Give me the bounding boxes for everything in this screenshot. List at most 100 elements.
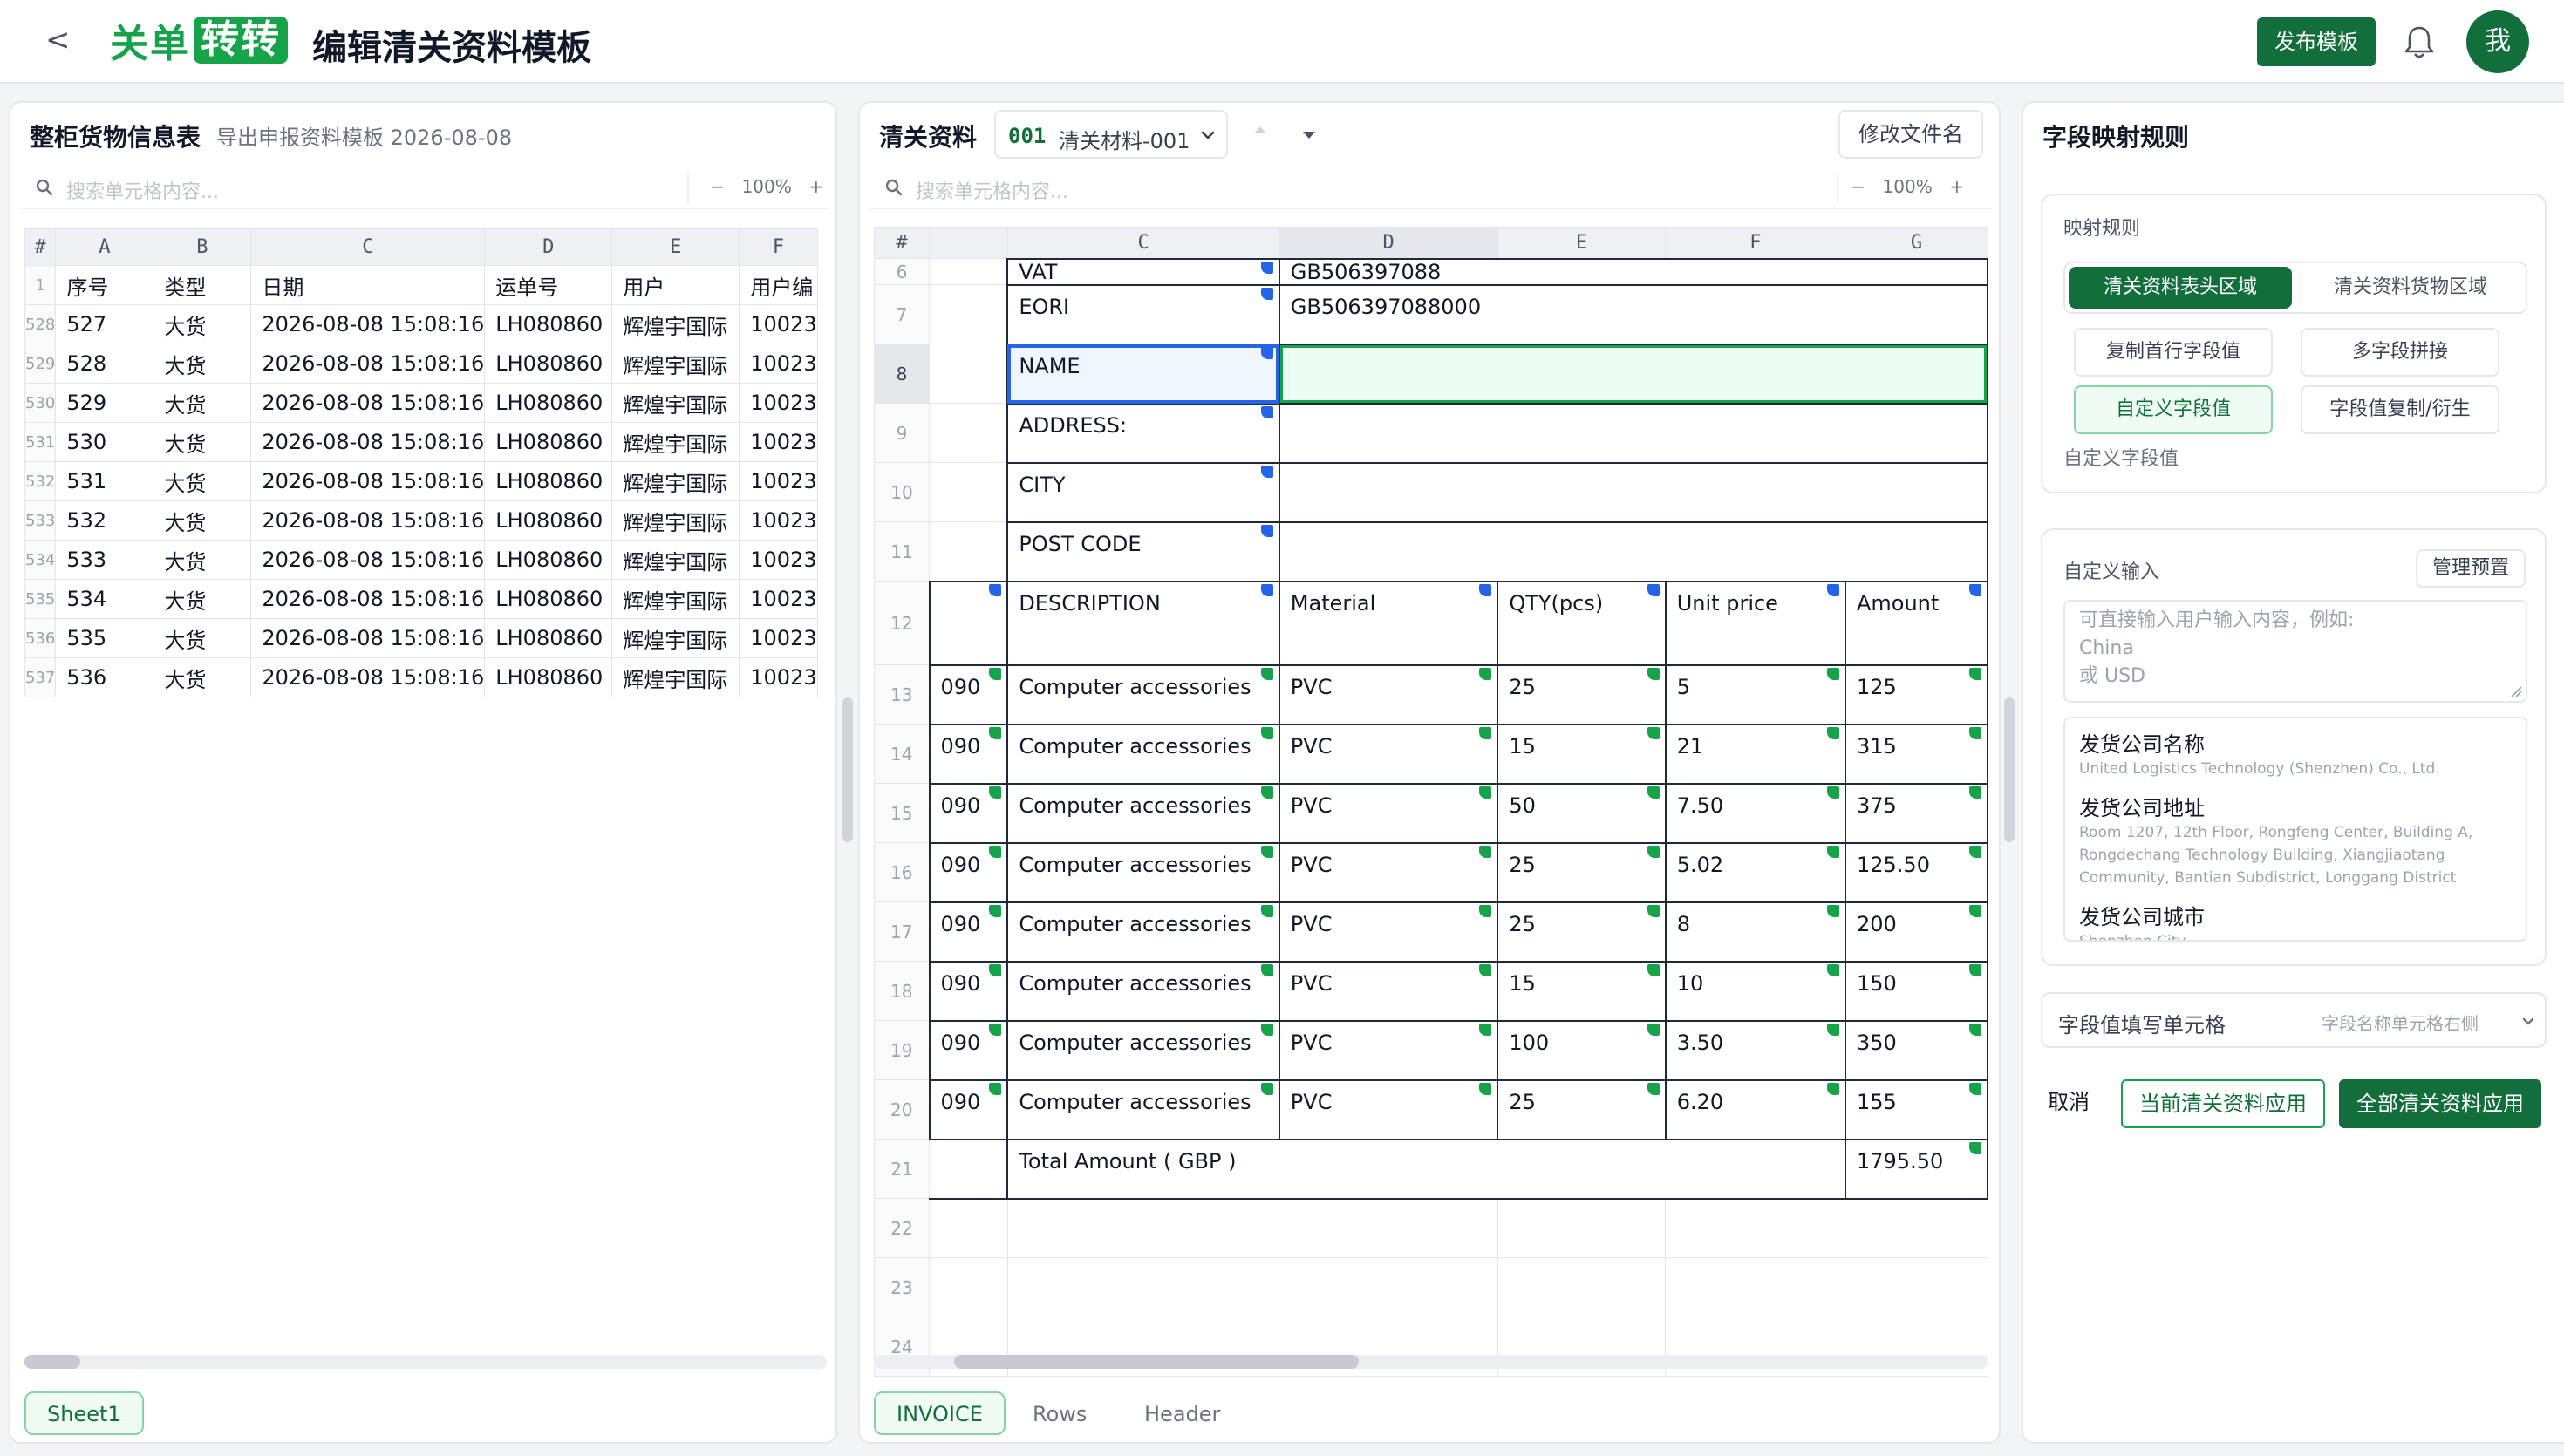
grid-cell[interactable]: 2026-08-08 15:08:16 bbox=[250, 422, 486, 462]
grid-cell[interactable]: 10023 bbox=[739, 500, 818, 541]
grid-cell[interactable]: LH080860 bbox=[484, 500, 613, 541]
grid-cell[interactable]: 辉煌宇国际 bbox=[611, 579, 740, 619]
item-cell[interactable]: PVC bbox=[1278, 960, 1499, 1022]
item-cell[interactable]: 7.50 bbox=[1664, 782, 1846, 844]
publish-template-button[interactable]: 发布模板 bbox=[2257, 17, 2376, 66]
row-number[interactable]: 533 bbox=[24, 500, 57, 541]
grid-cell[interactable] bbox=[1279, 1197, 1498, 1258]
item-cell[interactable]: PVC bbox=[1278, 663, 1499, 725]
grid-cell[interactable]: 序号 bbox=[55, 265, 154, 305]
field-value-cell[interactable] bbox=[1278, 461, 1988, 523]
apply-all-button[interactable]: 全部清关资料应用 bbox=[2339, 1079, 2541, 1128]
avatar[interactable]: 我 bbox=[2466, 10, 2529, 73]
document-select[interactable]: 001 清关材料-001 bbox=[994, 110, 1228, 159]
panel-resize-handle[interactable] bbox=[842, 697, 853, 842]
row-number[interactable]: 534 bbox=[24, 540, 57, 580]
grid-cell[interactable]: 530 bbox=[55, 422, 154, 462]
grid-cell[interactable]: 535 bbox=[55, 618, 154, 658]
grid-cell[interactable]: LH080860 bbox=[484, 422, 613, 462]
header-cell[interactable]: QTY(pcs) bbox=[1497, 580, 1667, 666]
item-cell[interactable]: PVC bbox=[1278, 723, 1499, 785]
scroll-thumb[interactable] bbox=[24, 1355, 80, 1369]
grid-cell[interactable] bbox=[929, 1257, 1008, 1317]
row-number[interactable]: 9 bbox=[874, 403, 931, 463]
item-cell[interactable]: 15 bbox=[1497, 960, 1667, 1022]
grid-cell[interactable]: 大货 bbox=[153, 422, 252, 462]
column-header[interactable]: G bbox=[1845, 227, 1988, 259]
grid-cell[interactable]: 大货 bbox=[153, 500, 252, 541]
item-cell[interactable]: 200 bbox=[1844, 901, 1988, 963]
row-number[interactable]: 13 bbox=[874, 664, 931, 725]
grid-cell[interactable]: 类型 bbox=[153, 265, 252, 305]
multi-field-concat-option[interactable]: 多字段拼接 bbox=[2301, 328, 2499, 377]
item-cell[interactable]: 5.02 bbox=[1664, 841, 1846, 903]
grid-cell[interactable]: 辉煌宇国际 bbox=[611, 657, 740, 697]
grid-cell[interactable]: 2026-08-08 15:08:16 bbox=[250, 540, 486, 580]
row-number[interactable]: 21 bbox=[874, 1139, 931, 1199]
grid-cell[interactable]: LH080860 bbox=[484, 344, 613, 384]
row-number[interactable]: 529 bbox=[24, 344, 57, 384]
row-number[interactable]: 530 bbox=[24, 383, 57, 423]
item-cell[interactable]: PVC bbox=[1278, 782, 1499, 844]
item-cell[interactable]: 25 bbox=[1497, 841, 1667, 903]
grid-cell[interactable]: 2026-08-08 15:08:16 bbox=[250, 579, 486, 619]
grid-cell[interactable]: 10023 bbox=[739, 383, 818, 423]
field-label-cell[interactable]: ADDRESS: bbox=[1006, 402, 1280, 464]
row-number[interactable]: 528 bbox=[24, 304, 57, 344]
grid-cell[interactable] bbox=[1845, 1257, 1988, 1317]
column-header[interactable]: F bbox=[1665, 227, 1846, 259]
row-number[interactable]: 18 bbox=[874, 961, 931, 1021]
grid-cell[interactable]: 528 bbox=[55, 344, 154, 384]
header-cell[interactable]: Amount bbox=[1844, 580, 1988, 666]
grid-cell[interactable] bbox=[929, 284, 1008, 344]
field-value-cell[interactable]: GB506397088 bbox=[1278, 257, 1988, 286]
back-icon[interactable]: < bbox=[45, 23, 71, 58]
row-number[interactable]: 1 bbox=[24, 265, 57, 305]
grid-cell[interactable]: 大货 bbox=[153, 383, 252, 423]
grid-cell[interactable]: LH080860 bbox=[484, 618, 613, 658]
grid-cell[interactable]: 10023 bbox=[739, 344, 818, 384]
column-header[interactable]: D bbox=[484, 228, 613, 266]
item-cell[interactable]: Computer accessories bbox=[1006, 1078, 1280, 1140]
row-number[interactable]: 536 bbox=[24, 618, 57, 658]
grid-cell[interactable] bbox=[929, 403, 1008, 463]
grid-cell[interactable] bbox=[1497, 1197, 1667, 1258]
field-label-cell[interactable]: POST CODE bbox=[1006, 520, 1280, 582]
grid-cell[interactable]: 2026-08-08 15:08:16 bbox=[250, 461, 486, 501]
column-header[interactable]: E bbox=[1497, 227, 1667, 259]
grid-cell[interactable] bbox=[1497, 1257, 1667, 1317]
item-cell[interactable]: 100 bbox=[1497, 1019, 1667, 1081]
sheet-tab-header[interactable]: Header bbox=[1123, 1393, 1241, 1437]
grid-cell[interactable]: 辉煌宇国际 bbox=[611, 422, 740, 462]
sheet-tab-rows[interactable]: Rows bbox=[1012, 1393, 1108, 1437]
column-header[interactable]: C bbox=[1006, 227, 1280, 259]
row-number[interactable]: 537 bbox=[24, 657, 57, 697]
row-number[interactable]: 535 bbox=[24, 579, 57, 619]
copy-first-row-option[interactable]: 复制首行字段值 bbox=[2074, 328, 2273, 377]
row-number[interactable]: 532 bbox=[24, 461, 57, 501]
grid-cell[interactable]: 辉煌宇国际 bbox=[611, 618, 740, 658]
grid-cell[interactable]: 辉煌宇国际 bbox=[611, 461, 740, 501]
item-cell[interactable]: Computer accessories bbox=[1006, 1019, 1280, 1081]
custom-value-textarea[interactable]: 可直接输入用户输入内容，例如: China 或 USD bbox=[2063, 600, 2527, 703]
grid-cell[interactable]: 大货 bbox=[153, 344, 252, 384]
item-cell[interactable]: 50 bbox=[1497, 782, 1667, 844]
grid-cell[interactable]: 大货 bbox=[153, 540, 252, 580]
grid-cell[interactable]: 10023 bbox=[739, 540, 818, 580]
grid-cell[interactable] bbox=[1845, 1197, 1988, 1258]
item-cell[interactable]: 15 bbox=[1497, 723, 1667, 785]
item-cell[interactable]: 090 bbox=[928, 663, 1009, 725]
grid-cell[interactable] bbox=[929, 1139, 1008, 1199]
sheet-tab[interactable]: Sheet1 bbox=[24, 1391, 144, 1435]
grid-cell[interactable]: 529 bbox=[55, 383, 154, 423]
grid-cell[interactable] bbox=[1279, 1257, 1498, 1317]
row-number[interactable]: 6 bbox=[874, 258, 931, 285]
field-label-cell[interactable]: EORI bbox=[1006, 283, 1280, 345]
item-cell[interactable]: 090 bbox=[928, 1019, 1009, 1081]
item-cell[interactable]: 6.20 bbox=[1664, 1078, 1846, 1140]
panel-resize-handle[interactable] bbox=[2004, 697, 2015, 842]
grid-cell[interactable]: 533 bbox=[55, 540, 154, 580]
grid-cell[interactable]: LH080860 bbox=[484, 461, 613, 501]
grid-cell[interactable]: 10023 bbox=[739, 579, 818, 619]
item-cell[interactable]: 5 bbox=[1664, 663, 1846, 725]
